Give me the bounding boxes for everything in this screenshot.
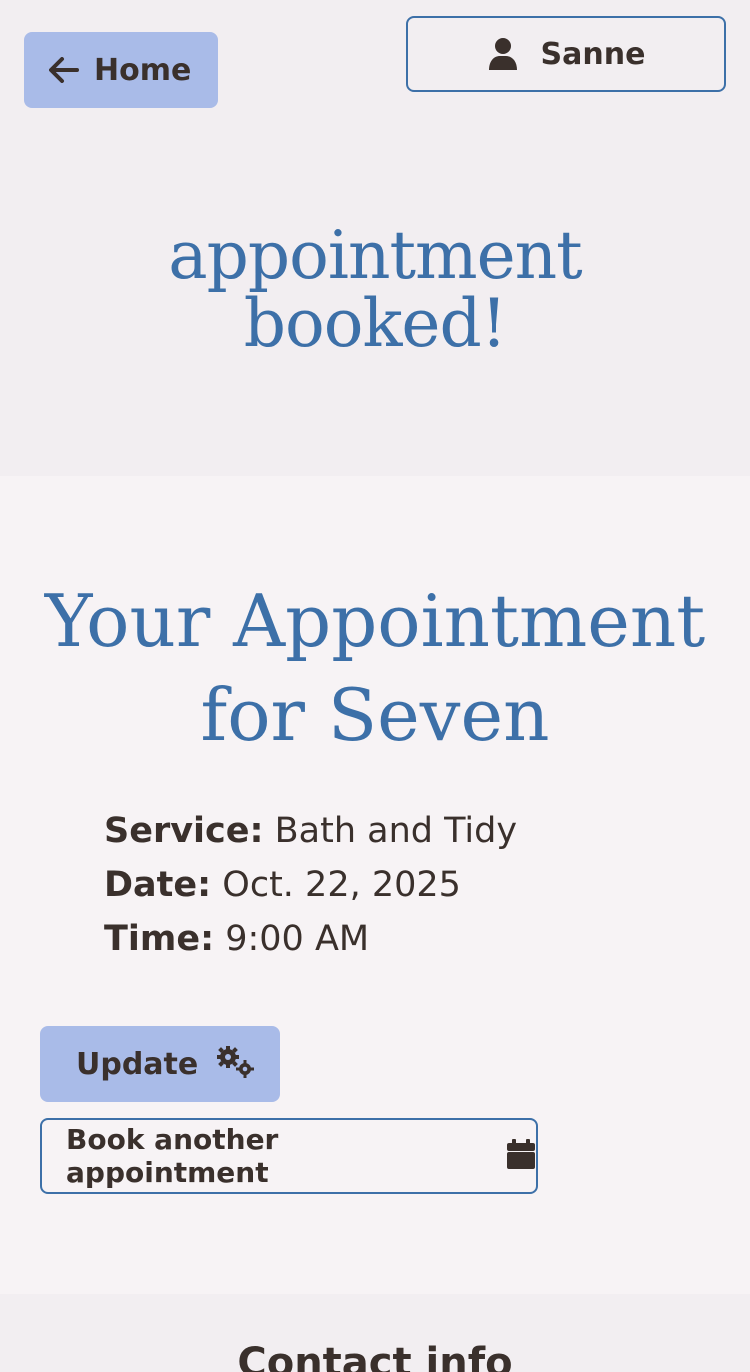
service-row: Service: Bath and Tidy — [104, 804, 517, 858]
time-value: 9:00 AM — [225, 919, 370, 959]
user-name: Sanne — [540, 36, 646, 72]
user-account-button[interactable]: Sanne — [406, 16, 726, 92]
appointment-title-line-1: Your Appointment — [44, 579, 706, 663]
time-row: Time: 9:00 AM — [104, 912, 517, 966]
book-another-appointment-button[interactable]: Book another appointment — [40, 1118, 538, 1194]
time-label: Time: — [104, 919, 215, 959]
service-value: Bath and Tidy — [274, 811, 518, 851]
user-icon — [487, 37, 519, 71]
gears-icon — [214, 1045, 256, 1083]
date-row: Date: Oct. 22, 2025 — [104, 858, 517, 912]
page-title-line-2: booked! — [243, 285, 508, 362]
book-button-label: Book another appointment — [66, 1123, 279, 1189]
appointment-title: Your Appointment for Seven — [0, 574, 750, 762]
contact-info-heading: Contact info — [237, 1340, 513, 1372]
arrow-left-icon — [48, 54, 80, 86]
date-label: Date: — [104, 865, 212, 905]
home-button-label: Home — [94, 52, 192, 88]
service-label: Service: — [104, 811, 264, 851]
page-title-line-1: appointment — [168, 217, 582, 294]
page-title: appointment booked! — [0, 222, 750, 358]
home-button[interactable]: Home — [24, 32, 218, 108]
date-value: Oct. 22, 2025 — [222, 865, 461, 905]
appointment-details: Service: Bath and Tidy Date: Oct. 22, 20… — [104, 804, 517, 966]
appointment-title-line-2: for Seven — [200, 673, 550, 757]
update-button-label: Update — [76, 1046, 199, 1082]
calendar-icon — [506, 1138, 536, 1174]
appointment-card: Your Appointment for Seven Service: Bath… — [0, 476, 750, 1294]
footer: Contact info — [0, 1294, 750, 1372]
update-button[interactable]: Update — [40, 1026, 280, 1102]
